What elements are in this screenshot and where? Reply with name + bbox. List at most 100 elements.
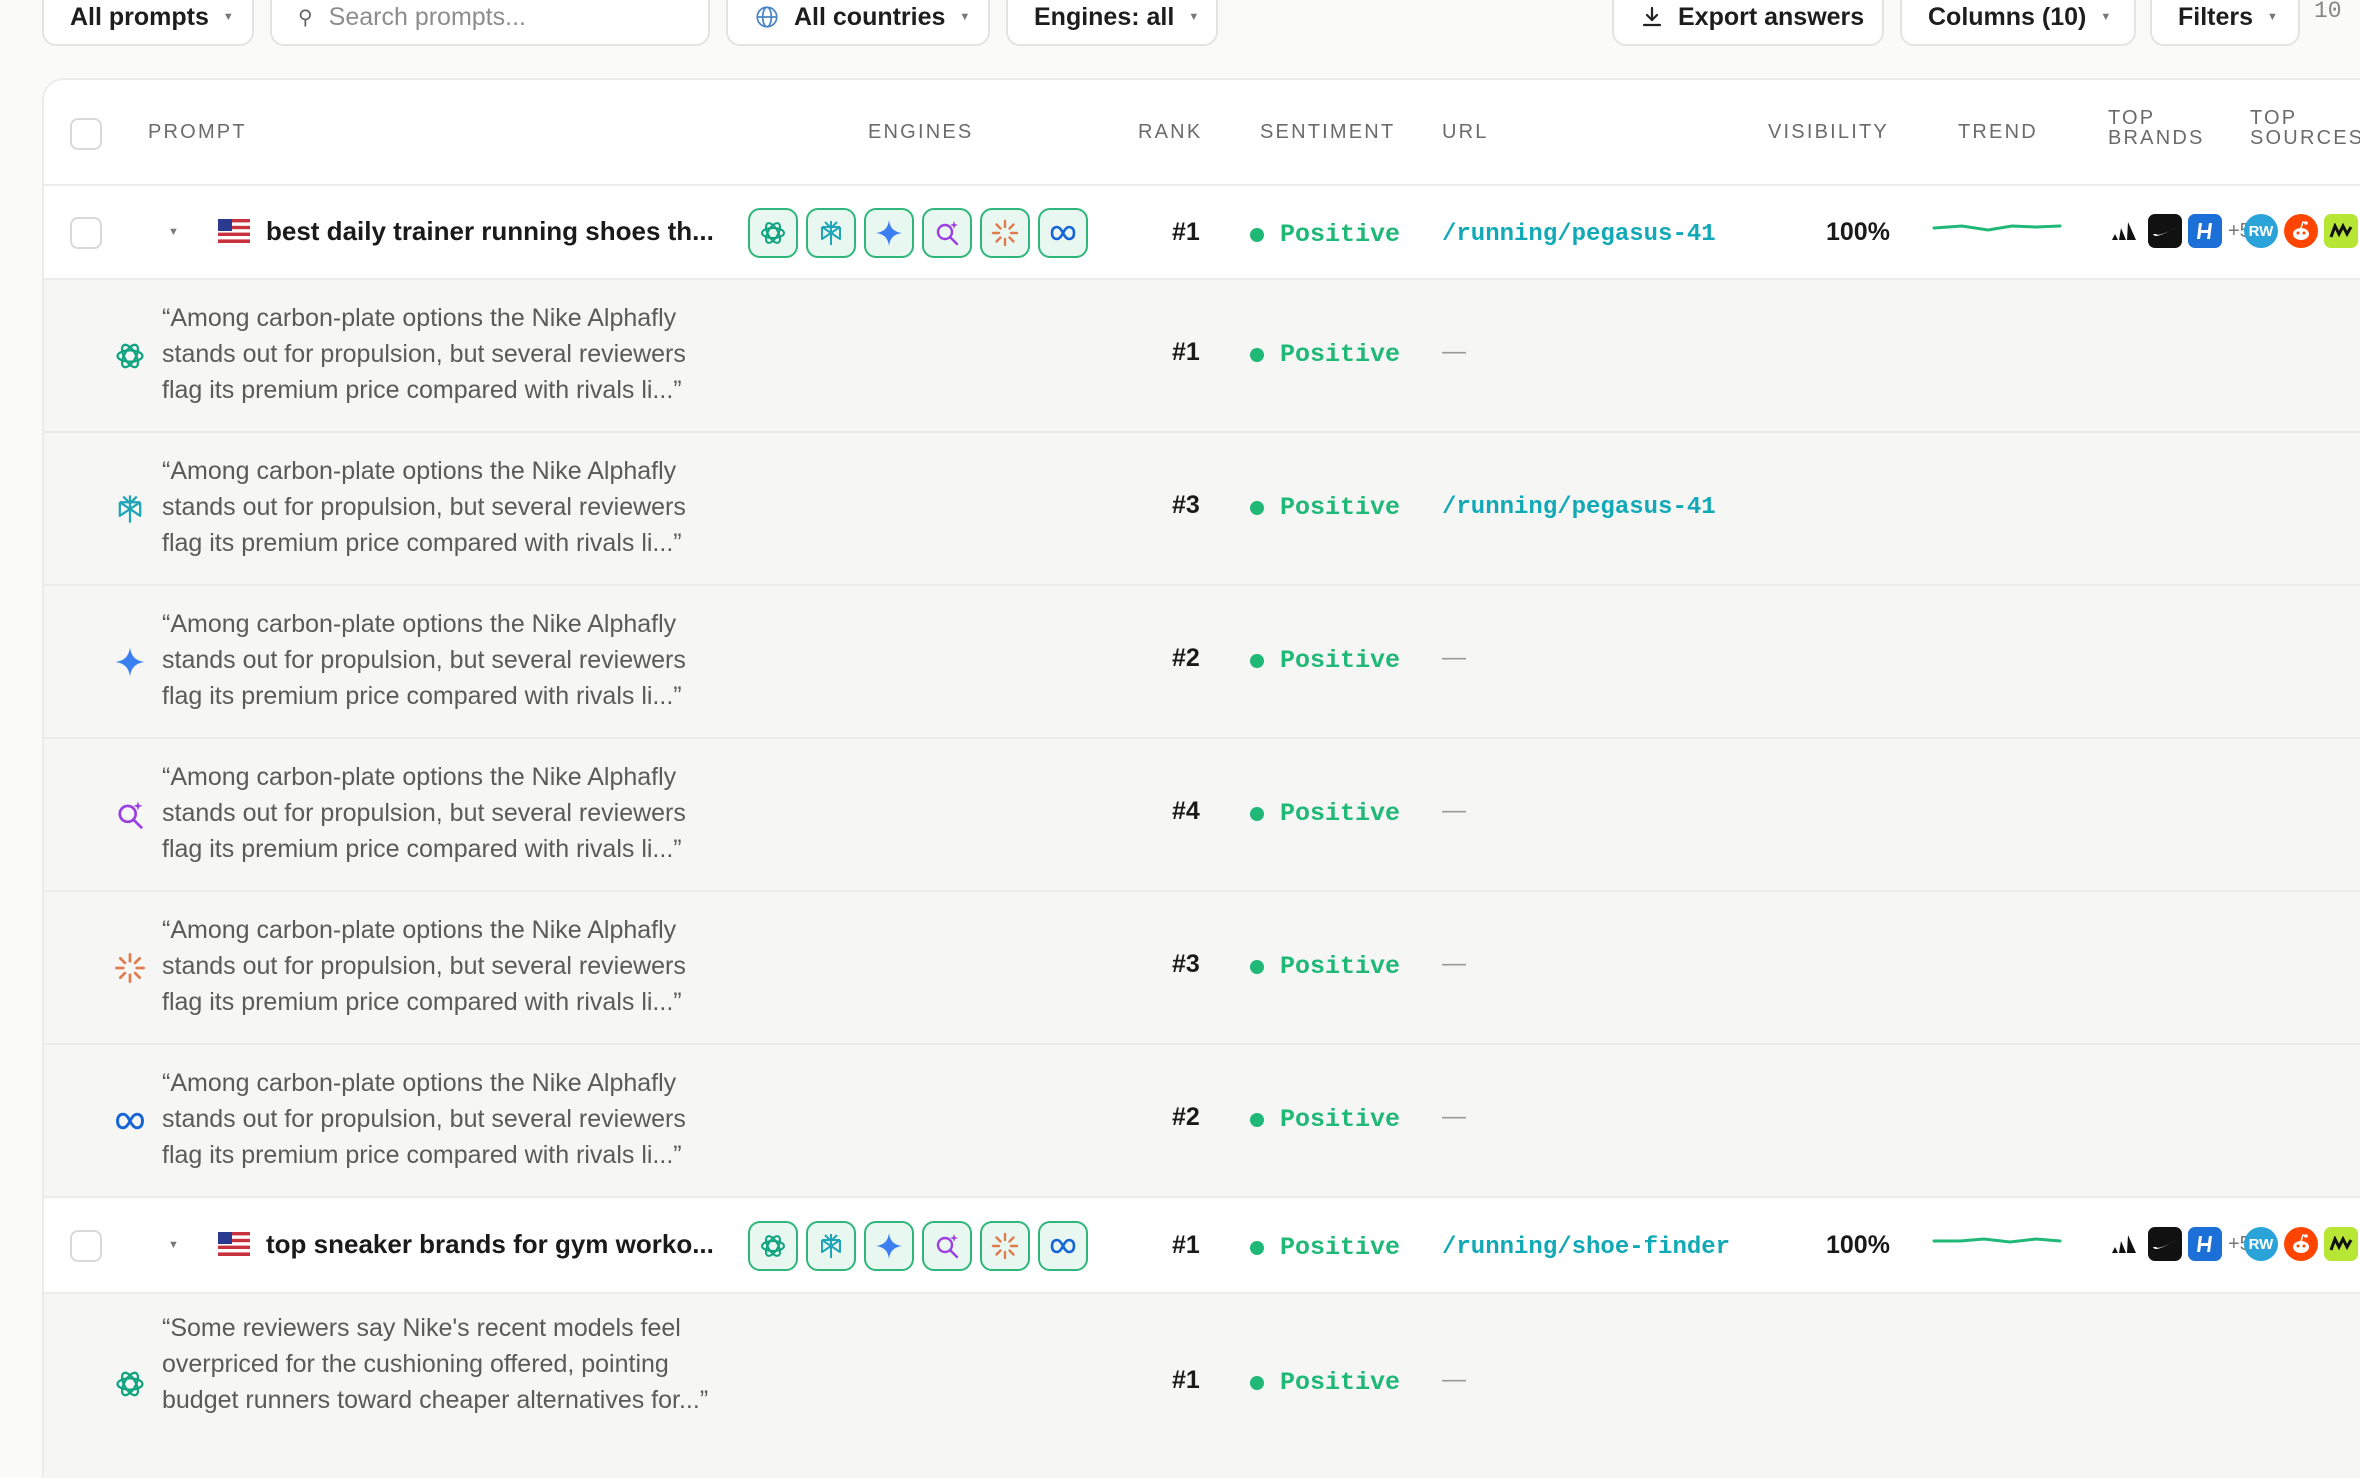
column-header-sentiment[interactable]: SENTIMENT bbox=[1260, 122, 1395, 142]
engine-chip-gemini[interactable] bbox=[864, 1221, 914, 1271]
prompt-row[interactable]: ▼ best daily trainer running shoes th...… bbox=[44, 186, 2360, 280]
engine-chip-copilot[interactable] bbox=[922, 1221, 972, 1271]
prompts-filter-dropdown[interactable]: All prompts ▼ bbox=[42, 0, 254, 46]
engines-filter-dropdown[interactable]: Engines: all ▼ bbox=[1006, 0, 1218, 46]
column-header-rank[interactable]: RANK bbox=[1138, 122, 1202, 142]
prompt-row[interactable]: ▼ top sneaker brands for gym worko... #1… bbox=[44, 1198, 2360, 1294]
search-placeholder: Search prompts... bbox=[328, 2, 526, 31]
row-checkbox[interactable] bbox=[70, 217, 102, 249]
sentiment-dot bbox=[1250, 1375, 1264, 1390]
claude-icon bbox=[112, 950, 148, 986]
meta-ai-icon bbox=[1048, 1231, 1078, 1261]
expand-caret-icon[interactable]: ▼ bbox=[168, 1239, 179, 1251]
column-header-engines[interactable]: ENGINES bbox=[868, 122, 973, 142]
columns-dropdown[interactable]: Columns (10) ▼ bbox=[1900, 0, 2136, 46]
engine-chip-claude[interactable] bbox=[980, 1221, 1030, 1271]
sentiment-dot bbox=[1250, 806, 1264, 821]
copilot-icon bbox=[932, 218, 962, 248]
engine-chip-perplexity[interactable] bbox=[806, 208, 856, 258]
perplexity-icon bbox=[816, 1231, 846, 1261]
column-header-top-sources-line2: SOURCES bbox=[2250, 127, 2360, 149]
column-header-top-brands-line2: BRANDS bbox=[2108, 127, 2205, 149]
answer-quote[interactable]: “Among carbon-plate options the Nike Alp… bbox=[162, 1065, 722, 1173]
answer-row[interactable]: “Among carbon-plate options the Nike Alp… bbox=[44, 739, 2360, 892]
runners-world-icon: RW bbox=[2244, 214, 2278, 248]
url-empty: — bbox=[1442, 950, 1466, 977]
engine-chip-gemini[interactable] bbox=[864, 208, 914, 258]
answer-quote[interactable]: “Among carbon-plate options the Nike Alp… bbox=[162, 300, 722, 408]
sentiment-badge: Positive bbox=[1250, 1105, 1400, 1134]
answer-quote[interactable]: “Among carbon-plate options the Nike Alp… bbox=[162, 606, 722, 714]
chatgpt-icon bbox=[758, 1231, 788, 1261]
engine-chip-claude[interactable] bbox=[980, 208, 1030, 258]
sentiment-badge: Positive bbox=[1250, 646, 1400, 675]
rank-value: #3 bbox=[1172, 950, 1200, 978]
answer-quote[interactable]: “Among carbon-plate options the Nike Alp… bbox=[162, 453, 722, 561]
sentiment-badge: Positive bbox=[1250, 952, 1400, 981]
sentiment-label: Positive bbox=[1280, 799, 1401, 828]
row-checkbox[interactable] bbox=[70, 1230, 102, 1262]
search-input[interactable]: ⚲ Search prompts... bbox=[270, 0, 710, 46]
engine-chip-chatgpt[interactable] bbox=[748, 208, 798, 258]
filters-dropdown[interactable]: Filters ▼ bbox=[2150, 0, 2300, 46]
prompt-text[interactable]: best daily trainer running shoes th... bbox=[266, 216, 714, 247]
countries-filter-dropdown[interactable]: All countries ▼ bbox=[726, 0, 990, 46]
meta-ai-icon bbox=[112, 1103, 148, 1139]
rank-value: #1 bbox=[1172, 218, 1200, 246]
answer-row[interactable]: “Among carbon-plate options the Nike Alp… bbox=[44, 1045, 2360, 1198]
engine-chip-perplexity[interactable] bbox=[806, 1221, 856, 1271]
top-sources: RW bbox=[2244, 1227, 2360, 1261]
chevron-down-icon: ▼ bbox=[959, 11, 971, 23]
rank-value: #2 bbox=[1172, 644, 1200, 672]
running-shoes-guru-icon bbox=[2324, 214, 2358, 248]
answer-row[interactable]: “Among carbon-plate options the Nike Alp… bbox=[44, 280, 2360, 433]
column-header-url[interactable]: URL bbox=[1442, 122, 1489, 142]
column-header-prompt[interactable]: PROMPT bbox=[148, 122, 247, 142]
answer-quote[interactable]: “Among carbon-plate options the Nike Alp… bbox=[162, 912, 722, 1020]
adidas-icon bbox=[2108, 1227, 2142, 1261]
url-empty: — bbox=[1442, 1366, 1466, 1393]
engine-chip-meta-ai[interactable] bbox=[1038, 208, 1088, 258]
export-answers-label: Export answers bbox=[1678, 2, 1865, 31]
chevron-down-icon: ▼ bbox=[2100, 11, 2112, 23]
chevron-down-icon: ▼ bbox=[222, 11, 234, 23]
select-all-checkbox[interactable] bbox=[70, 118, 102, 150]
reddit-icon bbox=[2284, 214, 2318, 248]
results-count: 10 bbox=[2314, 0, 2342, 24]
export-answers-button[interactable]: Export answers bbox=[1612, 0, 1884, 46]
download-icon bbox=[1640, 5, 1664, 29]
rank-value: #4 bbox=[1172, 797, 1200, 825]
search-icon: ⚲ bbox=[298, 6, 313, 29]
column-header-top-sources-line1: TOP bbox=[2250, 107, 2298, 129]
answer-row[interactable]: “Among carbon-plate options the Nike Alp… bbox=[44, 892, 2360, 1045]
engine-chip-meta-ai[interactable] bbox=[1038, 1221, 1088, 1271]
rank-value: #1 bbox=[1172, 1231, 1200, 1259]
answer-quote[interactable]: “Among carbon-plate options the Nike Alp… bbox=[162, 759, 722, 867]
answer-row[interactable]: “Among carbon-plate options the Nike Alp… bbox=[44, 586, 2360, 739]
url-link[interactable]: /running/pegasus-41 bbox=[1442, 221, 1716, 248]
hoka-icon bbox=[2188, 214, 2222, 248]
rank-value: #1 bbox=[1172, 338, 1200, 366]
url-link[interactable]: /running/shoe-finder bbox=[1442, 1234, 1730, 1261]
column-header-top-brands[interactable]: TOP BRANDS bbox=[2108, 108, 2205, 148]
url-link[interactable]: /running/pegasus-41 bbox=[1442, 494, 1716, 521]
perplexity-icon bbox=[816, 218, 846, 248]
answer-row[interactable]: “Some reviewers say Nike's recent models… bbox=[44, 1294, 2360, 1478]
sentiment-badge: Positive bbox=[1250, 220, 1400, 249]
column-header-trend[interactable]: TREND bbox=[1958, 122, 2038, 142]
sentiment-dot bbox=[1250, 1240, 1264, 1255]
answer-row[interactable]: “Among carbon-plate options the Nike Alp… bbox=[44, 433, 2360, 586]
column-header-visibility[interactable]: VISIBILITY bbox=[1768, 122, 1889, 142]
us-flag-icon bbox=[218, 219, 250, 243]
copilot-icon bbox=[932, 1231, 962, 1261]
prompt-text[interactable]: top sneaker brands for gym worko... bbox=[266, 1229, 714, 1260]
url-empty: — bbox=[1442, 1103, 1466, 1130]
sentiment-badge: Positive bbox=[1250, 1233, 1400, 1262]
expand-caret-icon[interactable]: ▼ bbox=[168, 226, 179, 238]
answer-quote[interactable]: “Some reviewers say Nike's recent models… bbox=[162, 1310, 722, 1418]
engine-chip-chatgpt[interactable] bbox=[748, 1221, 798, 1271]
sentiment-badge: Positive bbox=[1250, 1368, 1400, 1397]
engine-chip-copilot[interactable] bbox=[922, 208, 972, 258]
filters-label: Filters bbox=[2178, 2, 2254, 31]
column-header-top-sources[interactable]: TOP SOURCES bbox=[2250, 108, 2360, 148]
